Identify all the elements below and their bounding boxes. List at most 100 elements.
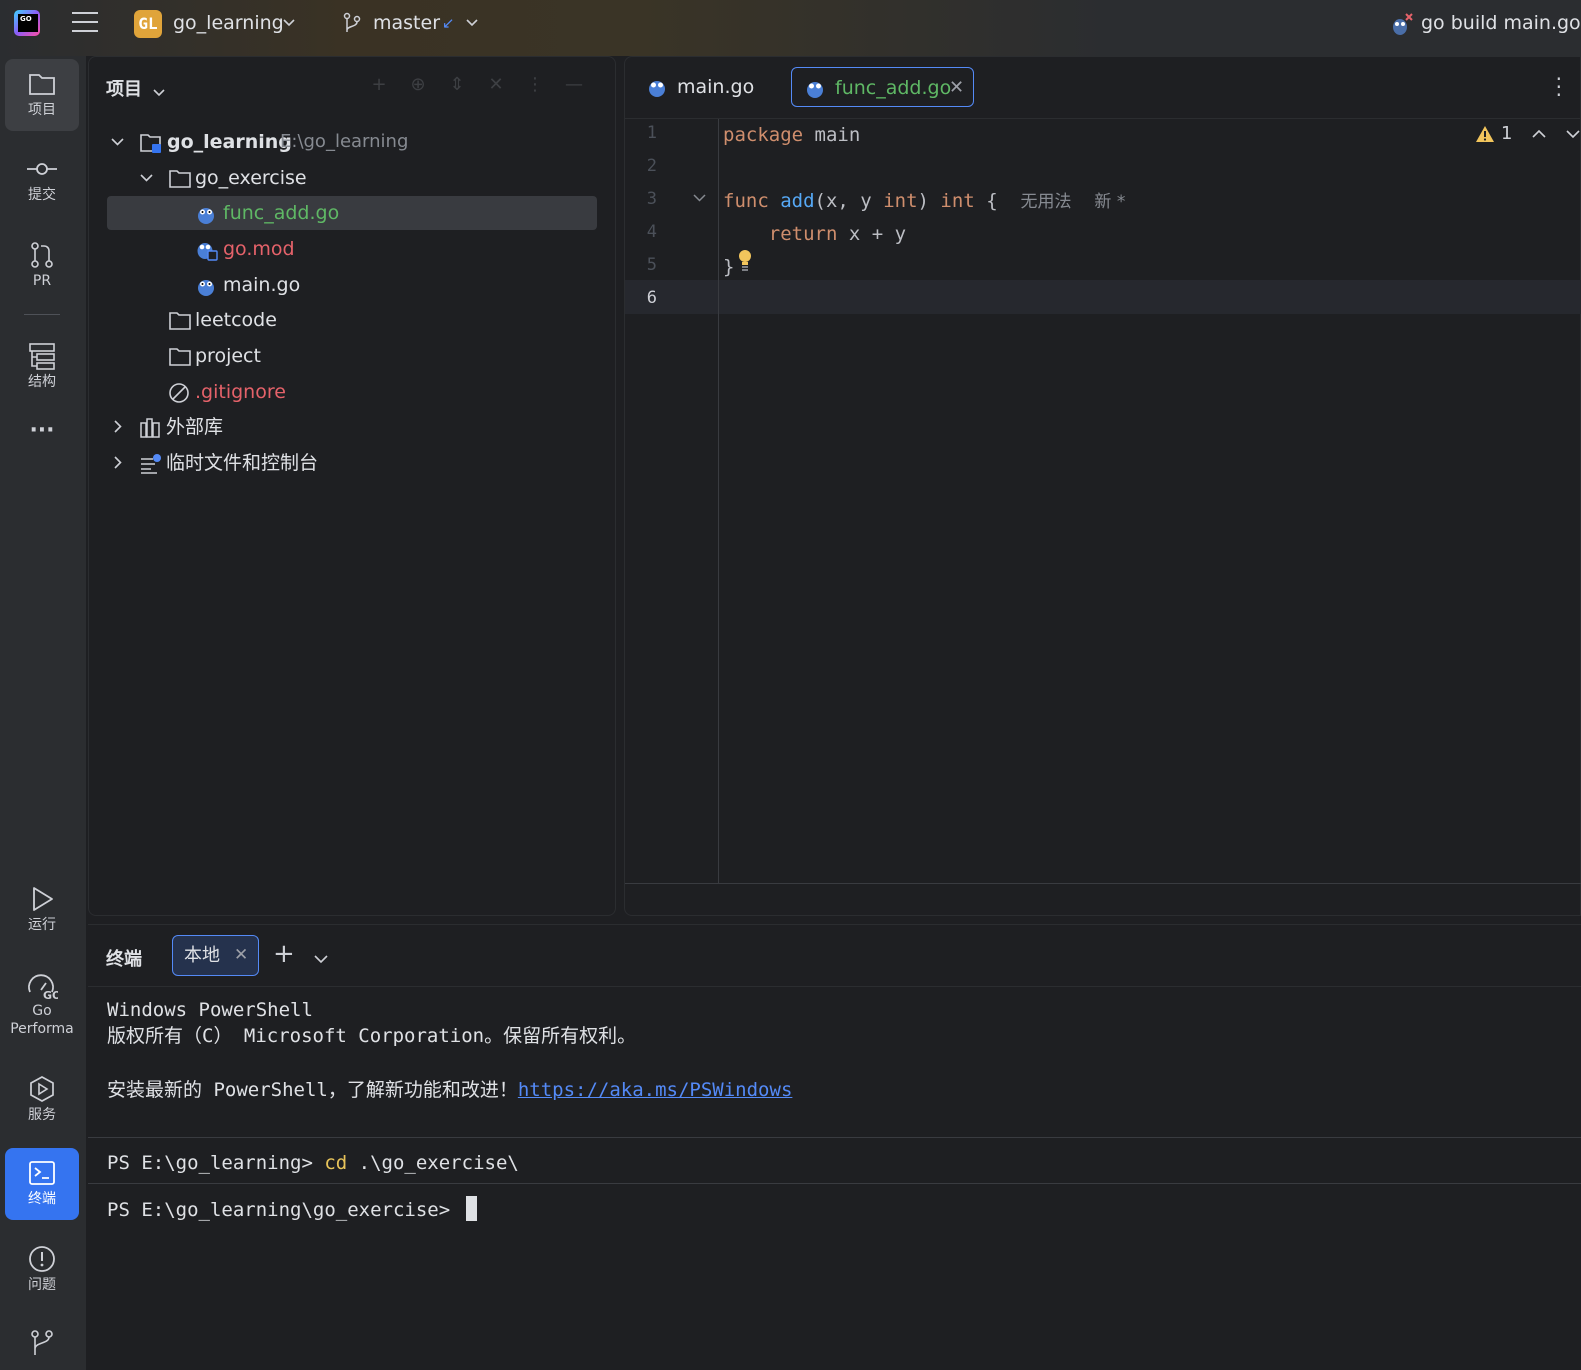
main-menu-icon[interactable] bbox=[72, 12, 98, 34]
code-line-1[interactable]: package main bbox=[723, 119, 860, 152]
go-file-icon bbox=[649, 81, 665, 97]
project-badge[interactable]: GL bbox=[134, 10, 162, 38]
tool-structure-button[interactable]: 结构 bbox=[5, 331, 79, 403]
add-icon[interactable]: + bbox=[369, 75, 389, 95]
tree-node-project[interactable]: project bbox=[89, 339, 599, 373]
folder-icon bbox=[169, 170, 191, 188]
folder-icon bbox=[169, 312, 191, 330]
tool-run-button[interactable]: 运行 bbox=[5, 874, 79, 946]
intention-bulb-icon[interactable] bbox=[737, 249, 753, 278]
collapse-all-icon[interactable]: ✕ bbox=[486, 75, 506, 95]
tool-problems-label: 问题 bbox=[28, 1277, 56, 1293]
tree-scratches-label: 临时文件和控制台 bbox=[166, 452, 319, 474]
go-file-icon bbox=[198, 208, 214, 224]
tree-node-main-go[interactable]: main.go bbox=[89, 268, 599, 302]
project-panel-title[interactable]: 项目 bbox=[106, 75, 142, 101]
tree-root-path: E:\go_learning bbox=[280, 131, 409, 152]
previous-highlight-icon[interactable] bbox=[1532, 129, 1547, 139]
line-number: 3 bbox=[646, 189, 657, 209]
tab-func-add-go-label: func_add.go bbox=[835, 77, 952, 99]
tool-pr-label: PR bbox=[32, 273, 52, 289]
svg-text:GO: GO bbox=[43, 989, 58, 1000]
project-view-chevron-icon[interactable] bbox=[153, 80, 165, 102]
new-terminal-tab-icon[interactable]: + bbox=[273, 939, 295, 969]
more-icon: ··· bbox=[29, 418, 55, 443]
tool-go-performance-button[interactable]: GO Go Performa bbox=[5, 960, 79, 1052]
tree-node-go-exercise[interactable]: go_exercise bbox=[89, 161, 599, 195]
git-icon bbox=[31, 1330, 53, 1355]
code-line-3[interactable]: func add(x, y int) int { 无用法 新 * bbox=[723, 185, 1125, 218]
branch-chevron-down-icon[interactable] bbox=[466, 16, 478, 30]
folder-icon bbox=[169, 348, 191, 366]
run-config-name[interactable]: go build main.go bbox=[1421, 12, 1581, 34]
current-line-highlight bbox=[625, 280, 1581, 314]
project-chevron-down-icon[interactable] bbox=[283, 16, 295, 30]
terminal-tab-close-icon[interactable]: ✕ bbox=[234, 936, 248, 975]
terminal-command-line: PS E:\go_learning> cd .\go_exercise\ bbox=[107, 1152, 519, 1174]
editor-tab-bar: main.go func_add.go ✕ · · · bbox=[625, 57, 1581, 119]
options-icon[interactable]: ⋮ bbox=[525, 75, 545, 95]
tool-pr-button[interactable]: PR bbox=[5, 230, 79, 302]
tool-commit-button[interactable]: 提交 bbox=[5, 144, 79, 216]
tool-services-button[interactable]: 服务 bbox=[5, 1064, 79, 1136]
terminal-options-chevron-icon[interactable] bbox=[314, 947, 328, 969]
project-name[interactable]: go_learning bbox=[173, 12, 284, 34]
powershell-link[interactable]: https://aka.ms/PSWindows bbox=[518, 1079, 793, 1101]
tree-node-root[interactable]: go_learning E:\go_learning bbox=[89, 125, 599, 159]
module-folder-icon bbox=[140, 134, 161, 153]
tab-close-icon[interactable]: ✕ bbox=[949, 68, 964, 108]
tree-node-gitignore[interactable]: .gitignore bbox=[89, 375, 599, 409]
author-hint[interactable]: 新 * bbox=[1094, 192, 1125, 212]
collapsed-chevron-icon[interactable] bbox=[111, 446, 124, 494]
tool-commit-label: 提交 bbox=[28, 187, 56, 203]
code-line-5[interactable]: } bbox=[723, 251, 734, 284]
terminal-tab-local[interactable]: 本地 ✕ bbox=[172, 935, 259, 976]
line-number: 1 bbox=[646, 123, 657, 143]
terminal-block-separator bbox=[88, 1183, 1581, 1184]
tool-run-label: 运行 bbox=[28, 917, 56, 933]
scratches-icon bbox=[141, 454, 161, 474]
terminal-output-line: Windows PowerShell bbox=[107, 999, 313, 1021]
tree-project-label: project bbox=[195, 345, 261, 367]
tool-problems-button[interactable]: 问题 bbox=[5, 1234, 79, 1306]
tree-main-go-label: main.go bbox=[223, 274, 301, 296]
locate-icon[interactable]: ⊕ bbox=[408, 75, 428, 95]
tree-root-name: go_learning bbox=[167, 131, 292, 153]
tab-main-go[interactable]: main.go bbox=[637, 67, 787, 107]
tool-window-strip: 项目 提交 PR 结构 ··· 运行 GO Go Performa 服务 终端 … bbox=[0, 56, 86, 1370]
tree-external-libs-label: 外部库 bbox=[166, 416, 224, 438]
next-highlight-icon[interactable] bbox=[1566, 129, 1581, 139]
goland-logo-icon bbox=[14, 10, 40, 36]
tool-more-button[interactable]: ··· bbox=[5, 416, 79, 456]
structure-icon bbox=[29, 343, 55, 370]
terminal-output-line: 版权所有（C） Microsoft Corporation。保留所有权利。 bbox=[107, 1025, 637, 1047]
run-config-go-icon bbox=[1390, 12, 1414, 43]
tab-func-add-go[interactable]: func_add.go ✕ bbox=[791, 67, 974, 107]
tool-project-label: 项目 bbox=[28, 102, 56, 118]
line-number: 5 bbox=[646, 255, 657, 275]
tree-node-leetcode[interactable]: leetcode bbox=[89, 303, 599, 337]
tree-node-go-mod[interactable]: go.mod bbox=[89, 232, 599, 266]
tree-node-func-add-go[interactable]: func_add.go bbox=[89, 196, 599, 230]
go-mod-file-icon bbox=[197, 243, 218, 261]
terminal-prompt-input[interactable]: PS E:\go_learning\go_exercise> bbox=[107, 1196, 477, 1223]
usages-hint[interactable]: 无用法 bbox=[1021, 192, 1072, 212]
tool-structure-label: 结构 bbox=[28, 374, 56, 390]
tree-node-scratches[interactable]: 临时文件和控制台 bbox=[89, 446, 599, 480]
tool-git-button[interactable] bbox=[5, 1318, 79, 1368]
fold-chevron-icon[interactable] bbox=[693, 192, 706, 207]
terminal-title: 终端 bbox=[106, 949, 142, 970]
tool-project-button[interactable]: 项目 bbox=[5, 59, 79, 131]
hide-icon[interactable]: — bbox=[564, 75, 584, 95]
terminal-output-line: 安装最新的 PowerShell，了解新功能和改进！https://aka.ms… bbox=[107, 1079, 793, 1101]
tree-node-external-libraries[interactable]: 外部库 bbox=[89, 410, 599, 444]
terminal-cursor bbox=[465, 1196, 477, 1221]
editor-gutter: 1 2 3 4 5 6 bbox=[625, 119, 719, 883]
expand-all-icon[interactable]: ⇕ bbox=[447, 75, 467, 95]
line-number-current: 6 bbox=[646, 288, 657, 308]
inspection-widget[interactable]: 1 bbox=[1475, 123, 1581, 144]
branch-name[interactable]: master bbox=[373, 12, 440, 34]
tool-terminal-button[interactable]: 终端 bbox=[5, 1148, 79, 1220]
tab-options-kebab-icon[interactable]: · · · bbox=[1556, 69, 1562, 105]
code-line-4[interactable]: return x + y bbox=[723, 218, 906, 251]
